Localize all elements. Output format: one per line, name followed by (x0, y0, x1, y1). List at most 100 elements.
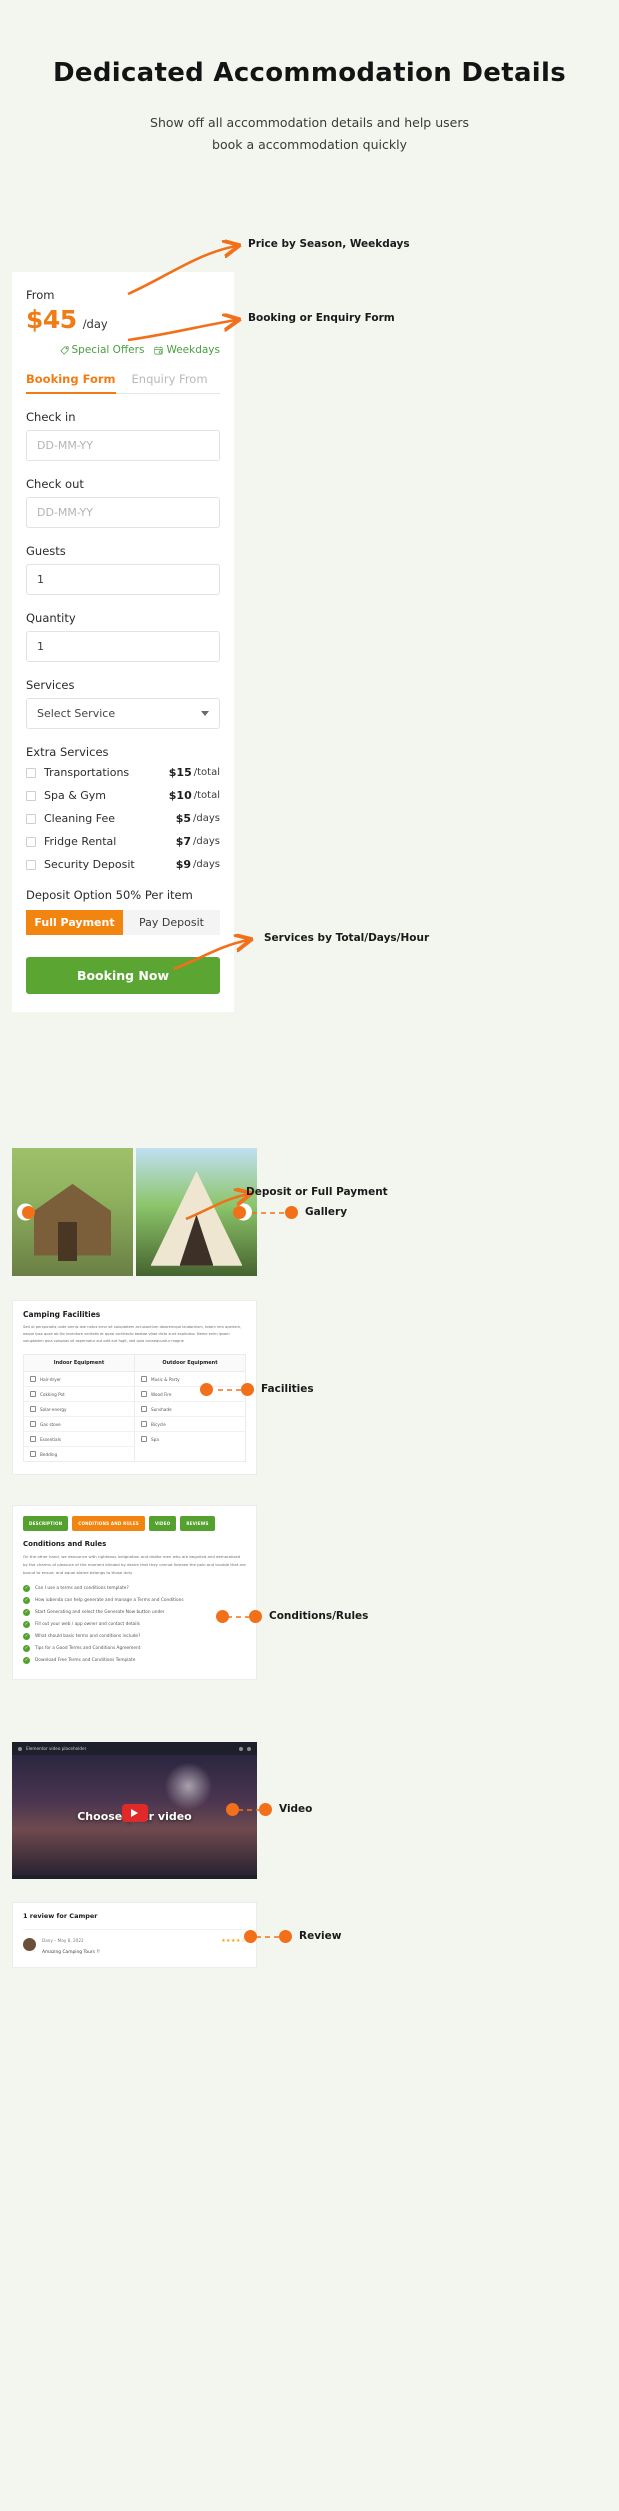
guests-label: Guests (26, 544, 66, 558)
form-tabs: Booking Form Enquiry From (26, 372, 220, 394)
checkbox-transportations[interactable] (26, 767, 36, 778)
extra-service-name: Fridge Rental (44, 835, 117, 848)
badge-special-offers-label: Special Offers (71, 344, 145, 356)
field-quantity: Quantity 1 (26, 611, 220, 662)
extra-service-unit: /days (193, 813, 220, 824)
facility-item: Music & Party (135, 1372, 245, 1387)
music-party-icon (141, 1376, 147, 1382)
annotation-gallery: Gallery (305, 1206, 348, 1218)
gallery: ‹ › (12, 1148, 257, 1276)
tab-conditions-and-rules[interactable]: CONDITIONS AND RULES (72, 1516, 145, 1531)
facilities-column-outdoor: Outdoor Equipment Music & Party Wood Fir… (134, 1355, 245, 1461)
facility-label: Sunshade (151, 1406, 172, 1412)
settings-icon[interactable] (239, 1746, 243, 1751)
cooking-pot-icon (30, 1391, 36, 1397)
annotation-services-by: Services by Total/Days/Hour (264, 932, 430, 944)
annotation-conditions-rules: Conditions/Rules (269, 1610, 369, 1622)
play-icon[interactable] (121, 1803, 148, 1822)
badge-row: Special Offers Weekdays (26, 344, 220, 356)
review-panel: 1 review for Camper Dany – May 8, 2022 ★… (12, 1902, 257, 1968)
payment-toggle: Full Payment Pay Deposit (26, 910, 220, 935)
review-top-row: Dany – May 8, 2022 ★★★★☆ (42, 1938, 246, 1944)
page-title: Dedicated Accommodation Details (53, 58, 566, 88)
list-item: ✓ Can I use a terms and conditions templa… (23, 1585, 246, 1592)
extra-service-row[interactable]: Fridge Rental $7 /days (26, 832, 220, 851)
sunshade-icon (141, 1406, 147, 1412)
facility-item: Spa (135, 1432, 245, 1446)
facility-label: Essentials (40, 1436, 61, 1442)
extra-service-row[interactable]: Security Deposit $9 /days (26, 855, 220, 874)
facility-label: Cokking Pot (40, 1391, 65, 1397)
conditions-title: Conditions and Rules (23, 1540, 107, 1548)
video-toolbar: Elementor video placeholder (12, 1742, 257, 1755)
list-item: ✓ Download Free Terms and Conditions Temp… (23, 1657, 246, 1664)
facility-label: Bicycle (151, 1421, 166, 1427)
video-stage[interactable]: Choose your video (12, 1755, 257, 1875)
quantity-input[interactable]: 1 (26, 631, 220, 662)
page-subtitle-line2: book a accommodation quickly (212, 136, 407, 152)
check-out-input[interactable]: DD-MM-YY (26, 497, 220, 528)
extra-service-unit: /total (193, 767, 220, 778)
checkbox-security-deposit[interactable] (26, 859, 36, 870)
extra-service-row[interactable]: Spa & Gym $10 /total (26, 786, 220, 805)
services-select[interactable]: Select Service (26, 698, 220, 729)
quantity-label: Quantity (26, 611, 76, 625)
full-payment-button[interactable]: Full Payment (26, 910, 123, 935)
check-circle-icon: ✓ (23, 1585, 30, 1592)
from-label: From (26, 288, 55, 302)
close-icon[interactable] (247, 1746, 251, 1751)
extra-service-row[interactable]: Transportations $15 /total (26, 763, 220, 782)
badge-weekdays[interactable]: Weekdays (154, 344, 220, 356)
facility-label: Solar-energy (40, 1406, 67, 1412)
checkbox-fridge-rental[interactable] (26, 836, 36, 847)
gallery-marker-dot-left (22, 1206, 35, 1219)
pay-deposit-button[interactable]: Pay Deposit (123, 910, 220, 935)
wood-fire-icon (141, 1391, 147, 1397)
facilities-paragraph: Sed ut perspiciatis unde omnis iste natu… (23, 1325, 242, 1343)
tab-description[interactable]: DESCRIPTION (23, 1516, 69, 1531)
badge-special-offers[interactable]: Special Offers (59, 344, 145, 356)
video-marker-dot-left (226, 1803, 239, 1816)
facilities-marker-dot (241, 1383, 254, 1396)
facilities-column-header: Outdoor Equipment (135, 1355, 245, 1372)
checkbox-cleaning-fee[interactable] (26, 813, 36, 824)
field-services: Services Select Service (26, 678, 220, 729)
bedding-icon (30, 1451, 36, 1457)
video-panel[interactable]: Elementor video placeholder Choose your … (12, 1742, 257, 1879)
check-out-label: Check out (26, 477, 84, 491)
conditions-paragraph: On the other hand, we denounce with righ… (23, 1554, 246, 1575)
facilities-panel: Camping Facilities Sed ut perspiciatis u… (12, 1300, 257, 1475)
conditions-list: ✓ Can I use a terms and conditions templa… (23, 1585, 246, 1664)
annotation-facilities: Facilities (261, 1383, 314, 1395)
tab-reviews[interactable]: REVIEWS (180, 1516, 215, 1531)
review-marker-dot-left (244, 1930, 257, 1943)
extra-services-heading: Extra Services (26, 745, 109, 759)
facilities-table: Indoor Equipment Hair-dryer Cokking Pot … (23, 1354, 246, 1462)
extra-service-price: $10 (168, 789, 192, 802)
guests-input[interactable]: 1 (26, 564, 220, 595)
annotation-price-by-season: Price by Season, Weekdays (248, 238, 410, 250)
video-marker-dot (259, 1803, 272, 1816)
check-in-input[interactable]: DD-MM-YY (26, 430, 220, 461)
facility-label: Music & Party (151, 1376, 180, 1382)
extra-service-row[interactable]: Cleaning Fee $5 /days (26, 809, 220, 828)
facilities-marker-dot-left (200, 1383, 213, 1396)
essentials-icon (30, 1436, 36, 1442)
gallery-marker-dot (285, 1206, 298, 1219)
checkbox-spa-gym[interactable] (26, 790, 36, 801)
facility-item: Solar-energy (24, 1402, 134, 1417)
booking-now-button[interactable]: Booking Now (26, 957, 220, 994)
field-guests: Guests 1 (26, 544, 220, 595)
tab-enquiry-form[interactable]: Enquiry From (132, 372, 208, 393)
facilities-column-header: Indoor Equipment (24, 1355, 134, 1372)
page-root: Dedicated Accommodation Details Show off… (0, 0, 619, 2511)
extra-service-price: $5 (175, 812, 192, 825)
field-check-in: Check in DD-MM-YY (26, 410, 220, 461)
check-circle-icon: ✓ (23, 1633, 30, 1640)
badge-weekdays-label: Weekdays (166, 344, 220, 356)
booking-card: From $45 /day Special Offers Weekdays Bo… (12, 272, 234, 1012)
extra-service-price: $9 (175, 858, 192, 871)
review-text: Amazing Camping Tours !! (42, 1950, 100, 1955)
tab-video[interactable]: VIDEO (148, 1516, 177, 1531)
tab-booking-form[interactable]: Booking Form (26, 372, 116, 394)
